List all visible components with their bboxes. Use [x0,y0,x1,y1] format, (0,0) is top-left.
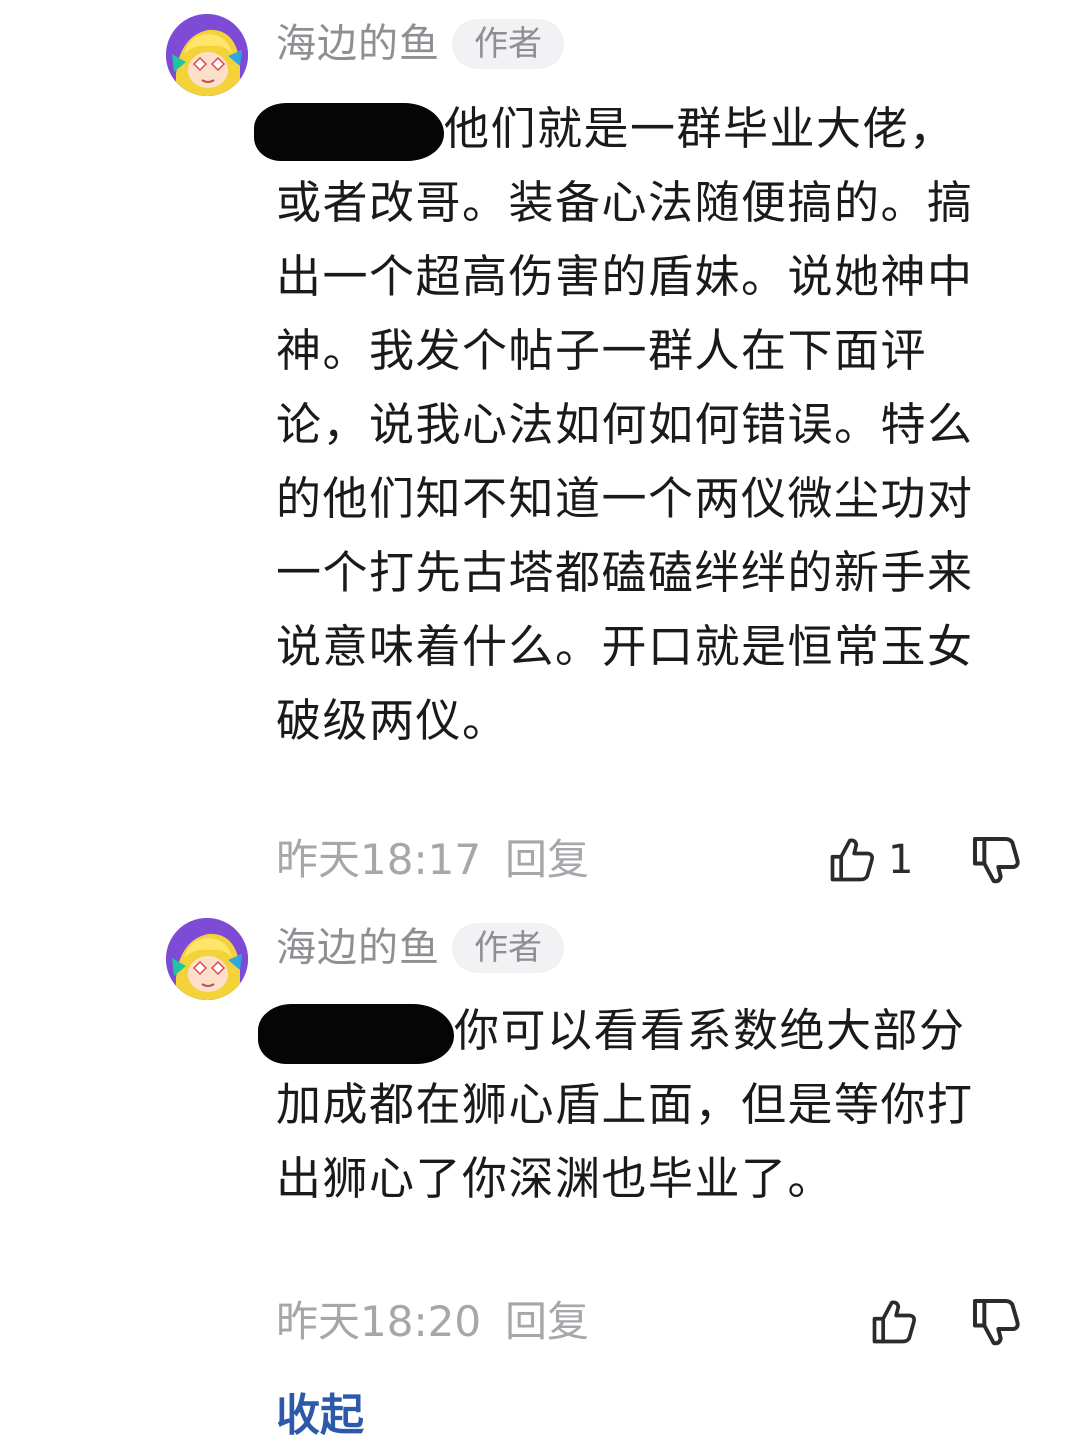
thumbs-down-icon [973,1299,1020,1346]
avatar[interactable] [166,918,248,1000]
reply-text: 他们就是一群毕业大佬，或者改哥。装备心法随便搞的。搞出一个超高伤害的盾妹。说她神… [254,92,996,758]
reply-content: 他们就是一群毕业大佬，或者改哥。装备心法随便搞的。搞出一个超高伤害的盾妹。说她神… [276,102,974,747]
dislike-button[interactable] [968,830,1024,890]
reply-button[interactable]: 回复 [505,830,589,890]
author-badge: 作者 [452,19,564,69]
redaction-mark [258,1004,454,1064]
reply-button[interactable]: 回复 [505,1292,589,1352]
author-badge: 作者 [452,923,564,973]
thumbs-up-icon [830,838,874,882]
like-count: 1 [888,837,914,883]
reply-time: 昨天18:20 [276,1297,482,1346]
reply-time: 昨天18:17 [276,835,482,884]
author-name[interactable]: 海边的鱼 [276,918,440,978]
avatar-image [166,918,248,1000]
author-row: 海边的鱼 作者 [276,918,564,978]
avatar-image [166,14,248,96]
reply-meta: 昨天18:17 回复 [276,830,589,890]
thumbs-up-icon [872,1300,916,1344]
author-row: 海边的鱼 作者 [276,14,564,74]
thumbs-down-icon [973,837,1020,884]
like-button[interactable] [868,1292,930,1352]
redaction-mark [254,103,444,161]
like-button[interactable]: 1 [826,830,913,890]
author-name[interactable]: 海边的鱼 [276,14,440,74]
collapse-button[interactable]: 收起 [276,1386,364,1446]
reply-meta: 昨天18:20 回复 [276,1292,589,1352]
dislike-button[interactable] [968,1292,1024,1352]
reply-text: 你可以看看系数绝大部分加成都在狮心盾上面，但是等你打出狮心了你深渊也毕业了。 [258,994,996,1216]
avatar[interactable] [166,14,248,96]
